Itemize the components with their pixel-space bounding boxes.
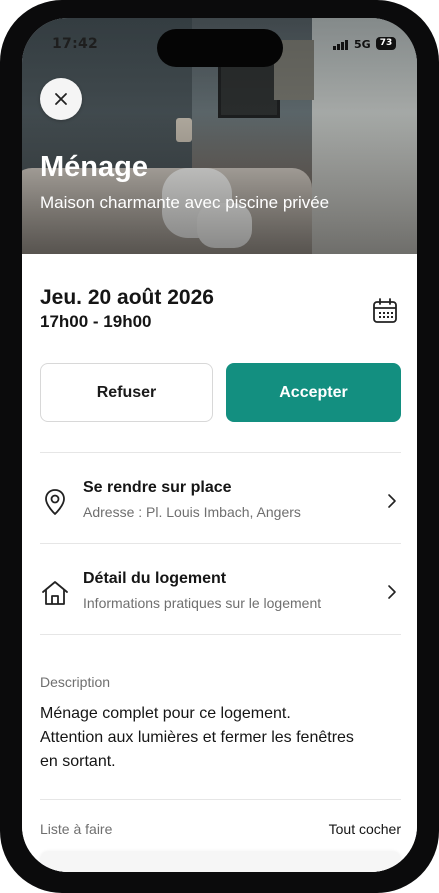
close-icon [55,93,67,105]
directions-title: Se rendre sur place [83,479,232,496]
calendar-icon[interactable] [371,297,399,325]
battery-icon: 73 [376,37,396,50]
location-pin-icon [45,489,65,515]
mission-date: Jeu. 20 août 2026 [40,286,214,309]
divider [40,452,401,453]
todo-item[interactable] [40,852,401,872]
mission-details: Jeu. 20 août 2026 17h00 - 19h00 Refuser … [22,254,417,872]
description-line: en sortant. [40,753,116,770]
divider [40,634,401,635]
signal-icon [333,40,348,50]
housing-details-subtitle: Informations pratiques sur le logement [83,595,322,611]
description-line: Attention aux lumières et fermer les fen… [40,729,354,746]
divider [40,799,401,800]
refuse-button[interactable]: Refuser [40,363,213,422]
description-label: Description [40,674,111,690]
description-text: Ménage complet pour ce logement. Attenti… [40,702,400,774]
description-line: Ménage complet pour ce logement. [40,705,291,722]
status-bar: 17:42 5G 73 [22,18,417,68]
directions-row[interactable]: Se rendre sur place Adresse : Pl. Louis … [40,478,401,548]
status-time: 17:42 [52,36,99,52]
chevron-right-icon [388,585,396,599]
close-button[interactable] [40,78,82,120]
page-title: Ménage [40,151,148,183]
housing-details-title: Détail du logement [83,570,227,587]
phone-frame: 17:42 5G 73 Ménage Maison charmante avec… [0,0,439,893]
mission-time-range: 17h00 - 19h00 [40,312,152,331]
chevron-right-icon [388,494,396,508]
accept-button[interactable]: Accepter [226,363,401,422]
home-icon [42,581,68,605]
dynamic-island [157,29,283,67]
divider [40,543,401,544]
todo-list-label: Liste à faire [40,821,113,837]
check-all-button[interactable]: Tout cocher [329,821,401,837]
property-name: Maison charmante avec piscine privée [40,193,330,212]
directions-address: Adresse : Pl. Louis Imbach, Angers [83,504,301,520]
app-screen: 17:42 5G 73 Ménage Maison charmante avec… [22,18,417,872]
network-type: 5G [354,38,371,51]
battery-level: 73 [379,38,393,48]
housing-details-row[interactable]: Détail du logement Informations pratique… [40,569,401,639]
